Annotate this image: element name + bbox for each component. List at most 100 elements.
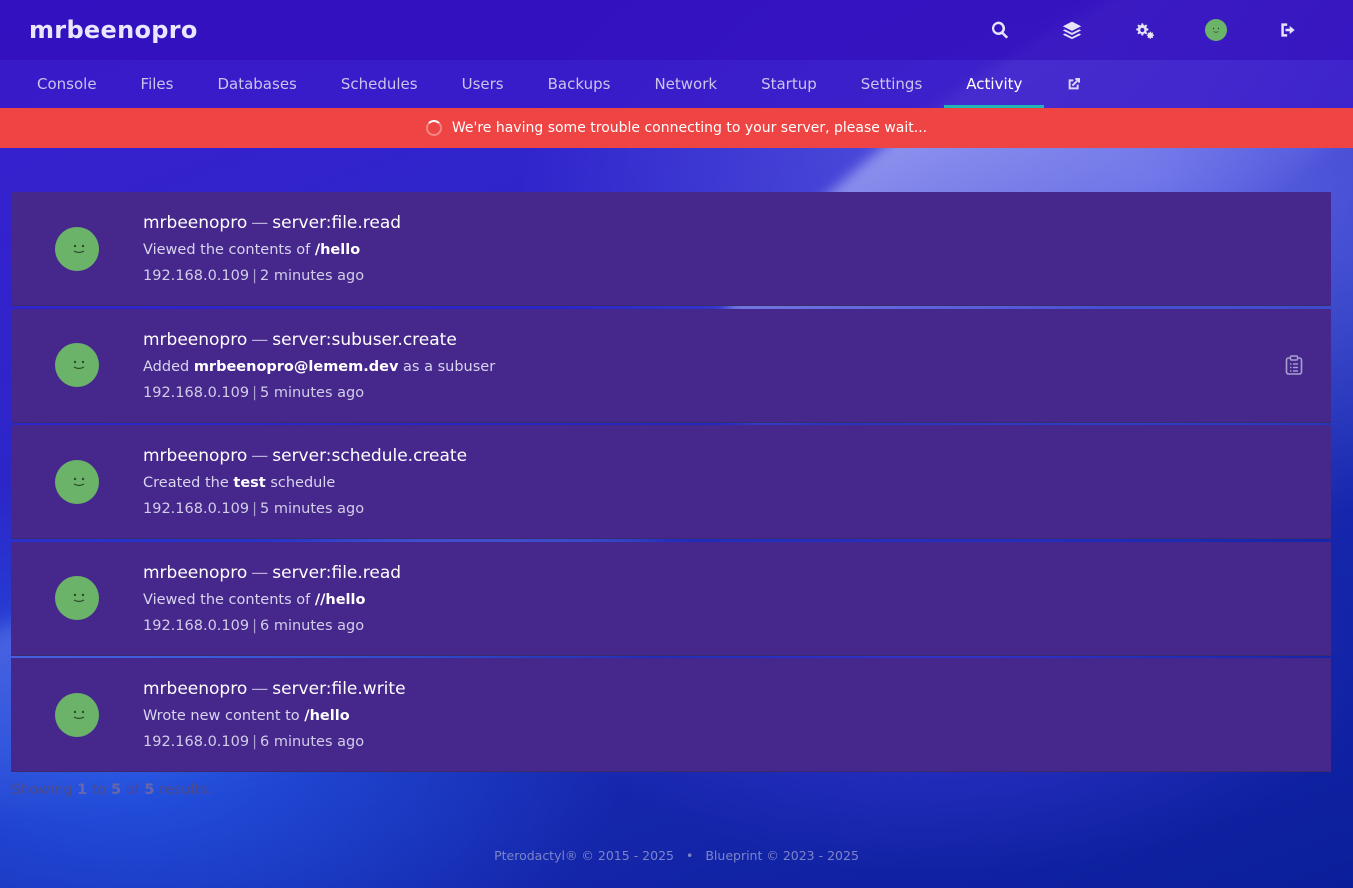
- desc-text: Wrote new content to: [143, 708, 305, 724]
- smiley-face-icon: [73, 360, 85, 370]
- desc-highlight: /hello: [304, 708, 350, 724]
- footer-blueprint[interactable]: Blueprint © 2023 - 2025: [705, 848, 859, 863]
- desc-highlight: /hello: [314, 242, 361, 258]
- smiley-face-icon: [73, 710, 85, 719]
- activity-content: mrbeenopro — server:file.write Wrote new c…: [143, 677, 406, 752]
- meta-separator: |: [252, 734, 257, 750]
- desc-text-after: as a subuser: [398, 358, 496, 375]
- smiley-face-icon: [73, 593, 85, 603]
- footer-dot: •: [685, 848, 694, 863]
- spinner-icon: [425, 120, 442, 136]
- activity-row: mrbeenopro — server:file.read Viewed the c…: [11, 192, 1331, 306]
- search-button[interactable]: [964, 0, 1036, 60]
- tab-files[interactable]: Files: [119, 60, 196, 108]
- tab-network[interactable]: Network: [632, 60, 739, 108]
- activity-ip: 192.168.0.109: [143, 268, 250, 284]
- meta-separator: |: [252, 617, 257, 634]
- tab-activity[interactable]: Activity: [944, 60, 1045, 108]
- title-separator: —: [251, 446, 269, 466]
- desc-text-after: schedule: [265, 475, 336, 491]
- pagination-to: 5: [111, 782, 122, 798]
- activity-time: 5 minutes ago: [259, 384, 365, 401]
- logout-button[interactable]: [1252, 0, 1324, 60]
- desc-highlight: //hello: [314, 591, 366, 608]
- activity-title: mrbeenopro — server:file.read: [143, 211, 401, 235]
- activity-description: Added mrbeenopro@lemem.dev as a subuser: [143, 357, 495, 377]
- activity-content: mrbeenopro — server:file.read Viewed the c…: [143, 211, 401, 286]
- desc-text: Added: [143, 358, 194, 375]
- external-link-icon: [1069, 78, 1081, 90]
- activity-description: Created the test schedule: [143, 473, 467, 493]
- activity-row: mrbeenopro — server:file.write Wrote new c…: [11, 658, 1331, 772]
- title-separator: —: [251, 562, 269, 583]
- desc-highlight: mrbeenopro@lemem.dev: [193, 358, 399, 375]
- meta-separator: |: [252, 268, 257, 284]
- activity-meta: 192.168.0.109 | 6 minutes ago: [143, 616, 401, 636]
- activity-user: mrbeenopro: [143, 329, 248, 350]
- activity-user: mrbeenopro: [143, 213, 248, 233]
- pagination-from: 1: [77, 782, 88, 798]
- activity-ip: 192.168.0.109: [143, 384, 250, 401]
- avatar: [55, 576, 99, 620]
- activity-time: 5 minutes ago: [259, 501, 365, 517]
- activity-time: 6 minutes ago: [259, 734, 365, 750]
- tab-console[interactable]: Console: [15, 60, 119, 108]
- pagination-to-word: to: [91, 782, 107, 798]
- account-button[interactable]: [1180, 0, 1252, 60]
- activity-user: mrbeenopro: [143, 446, 248, 466]
- tab-startup[interactable]: Startup: [739, 60, 839, 108]
- activity-title: mrbeenopro — server:schedule.create: [143, 444, 467, 468]
- activity-meta: 192.168.0.109 | 5 minutes ago: [143, 499, 467, 519]
- activity-event: server:file.write: [272, 679, 406, 699]
- tab-users[interactable]: Users: [440, 60, 526, 108]
- activity-content: mrbeenopro — server:subuser.create Added m…: [143, 328, 495, 403]
- avatar: [1205, 19, 1227, 41]
- activity-event: server:subuser.create: [272, 329, 457, 350]
- activity-meta: 192.168.0.109 | 2 minutes ago: [143, 266, 401, 286]
- pagination-total: 5: [144, 782, 155, 798]
- clipboard-list-icon[interactable]: [1285, 355, 1303, 375]
- servers-button[interactable]: [1036, 0, 1108, 60]
- top-icons: [964, 0, 1324, 60]
- meta-separator: |: [252, 501, 257, 517]
- activity-event: server:file.read: [272, 213, 402, 233]
- activity-content: mrbeenopro — server:file.read Viewed the c…: [143, 561, 401, 636]
- title-separator: —: [251, 329, 269, 350]
- avatar: [55, 226, 99, 271]
- pagination-showing: Showing: [11, 782, 73, 798]
- smiley-face-icon: [73, 244, 85, 253]
- title-separator: —: [251, 213, 269, 233]
- activity-time: 2 minutes ago: [259, 268, 365, 284]
- avatar: [55, 692, 99, 737]
- alert-message: We're having some trouble connecting to …: [451, 120, 928, 136]
- activity-event: server:file.read: [272, 562, 402, 583]
- footer-pterodactyl[interactable]: Pterodactyl® © 2015 - 2025: [494, 848, 674, 863]
- search-icon: [991, 21, 1009, 39]
- cogs-icon: [1136, 23, 1154, 39]
- activity-user: mrbeenopro: [143, 562, 248, 583]
- smiley-face-icon: [1212, 27, 1220, 33]
- admin-button[interactable]: [1108, 0, 1180, 60]
- tab-backups[interactable]: Backups: [526, 60, 633, 108]
- activity-ip: 192.168.0.109: [143, 501, 250, 517]
- tab-databases[interactable]: Databases: [195, 60, 318, 108]
- smiley-face-icon: [73, 477, 85, 486]
- desc-text: Created the: [143, 475, 234, 491]
- sign-out-icon: [1281, 23, 1295, 37]
- meta-separator: |: [252, 384, 257, 401]
- activity-meta: 192.168.0.109 | 6 minutes ago: [143, 732, 406, 752]
- activity-list: mrbeenopro — server:file.read Viewed the c…: [11, 192, 1331, 775]
- layers-icon: [1062, 21, 1082, 40]
- pagination-results: results.: [159, 782, 213, 798]
- activity-title: mrbeenopro — server:file.read: [143, 561, 401, 585]
- pagination-summary: Showing 1 to 5 of 5 results.: [11, 782, 212, 798]
- activity-row: mrbeenopro — server:subuser.create Added m…: [11, 308, 1331, 423]
- activity-event: server:schedule.create: [272, 446, 468, 466]
- activity-user: mrbeenopro: [143, 679, 248, 699]
- desc-highlight: test: [233, 475, 266, 491]
- tab-external-link[interactable]: [1044, 60, 1104, 108]
- brand-title[interactable]: mrbeenopro: [29, 16, 198, 44]
- activity-description: Viewed the contents of //hello: [143, 590, 401, 610]
- tab-settings[interactable]: Settings: [839, 60, 945, 108]
- tab-schedules[interactable]: Schedules: [319, 60, 440, 108]
